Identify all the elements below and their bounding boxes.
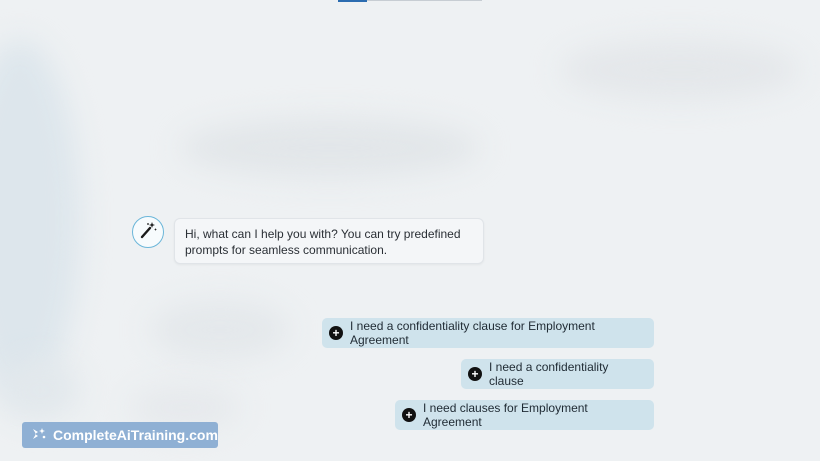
magic-wand-icon [138, 220, 158, 245]
plus-circle-icon: + [329, 326, 343, 340]
prompt-chip-confidentiality[interactable]: + I need a confidentiality clause [461, 359, 654, 389]
tab-divider [367, 0, 482, 1]
active-tab-indicator [338, 0, 367, 2]
prompt-label: I need clauses for Employment Agreement [423, 401, 588, 429]
assistant-avatar [132, 216, 164, 248]
plus-circle-icon: + [402, 408, 416, 422]
prompt-label: I need a confidentiality clause for Empl… [350, 319, 595, 347]
watermark-badge: CompleteAiTraining.com [22, 422, 218, 448]
prompt-label: I need a confidentiality clause [489, 360, 609, 388]
prompt-chip-employment-clauses[interactable]: + I need clauses for Employment Agreemen… [395, 400, 654, 430]
assistant-message: Hi, what can I help you with? You can tr… [174, 218, 484, 264]
prompt-chip-employment-confidentiality[interactable]: + I need a confidentiality clause for Em… [322, 318, 654, 348]
watermark-text: CompleteAiTraining.com [53, 427, 218, 443]
sparkle-logo-icon [31, 426, 47, 445]
plus-circle-icon: + [468, 367, 482, 381]
